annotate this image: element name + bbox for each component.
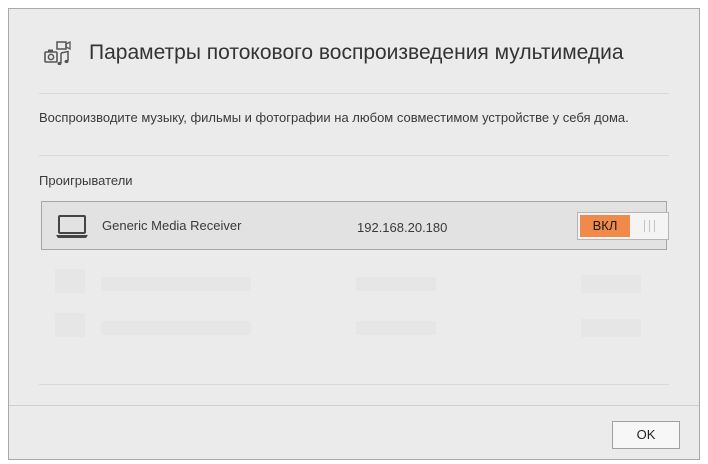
player-ip-address: 192.168.20.180 [357, 220, 448, 235]
media-streaming-icon [43, 39, 73, 69]
ok-button[interactable]: OK [612, 421, 680, 449]
toggle-on-label: ВКЛ [580, 215, 630, 237]
empty-player-slot [41, 307, 667, 349]
player-enable-toggle[interactable]: ВКЛ [577, 212, 669, 240]
list-divider [39, 384, 669, 385]
empty-player-slot [41, 263, 667, 305]
dialog-header: Параметры потокового воспроизведения мул… [9, 9, 699, 93]
laptop-icon [54, 213, 90, 241]
toggle-grip-icon [644, 220, 655, 232]
player-name: Generic Media Receiver [102, 218, 242, 233]
header-divider [39, 93, 669, 94]
media-streaming-dialog: Параметры потокового воспроизведения мул… [8, 8, 700, 460]
players-section-label: Проигрыватели [39, 173, 133, 188]
dialog-title: Параметры потокового воспроизведения мул… [89, 41, 624, 64]
dialog-description: Воспроизводите музыку, фильмы и фотограф… [39, 110, 629, 125]
player-row[interactable]: Generic Media Receiver 192.168.20.180 ВК… [41, 201, 669, 250]
description-divider [39, 155, 669, 156]
footer-divider [9, 405, 699, 406]
